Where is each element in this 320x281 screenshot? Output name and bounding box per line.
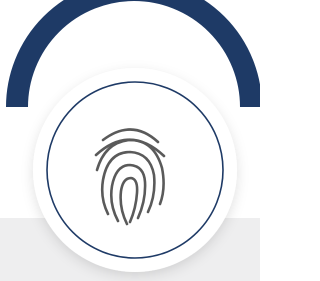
fingerprint-badge-scene: [0, 0, 260, 281]
fingerprint-badge-art: [6, 0, 260, 272]
badge-disc: [33, 68, 237, 272]
